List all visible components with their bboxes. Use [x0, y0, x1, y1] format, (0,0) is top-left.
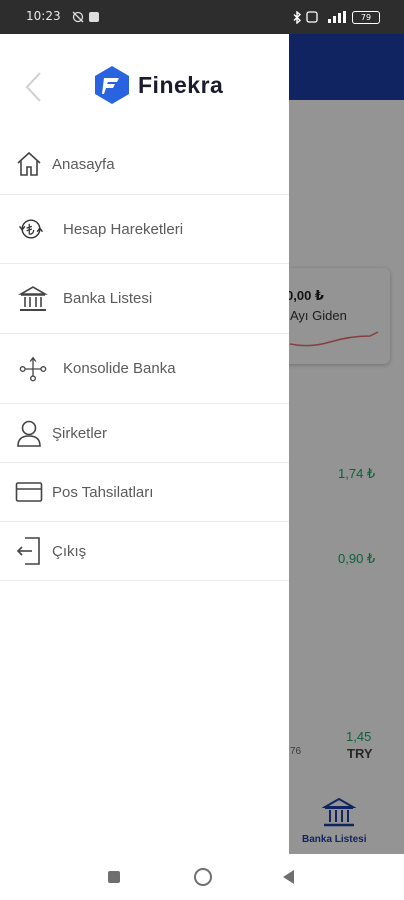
- bluetooth-icon: [293, 11, 302, 24]
- finekra-logo-icon: [95, 66, 129, 104]
- logo-text: Finekra: [138, 71, 224, 98]
- back-button[interactable]: [20, 70, 48, 104]
- menu-item-logout[interactable]: Çıkış: [0, 522, 289, 581]
- person-icon: [14, 418, 44, 448]
- menu-label-pos-collections: Pos Tahsilatları: [52, 484, 154, 501]
- drawer-header: Finekra: [0, 34, 289, 134]
- menu-item-account-transactions[interactable]: Hesap Hareketleri: [0, 195, 289, 264]
- signal-icon: [328, 11, 346, 23]
- bank-list-icon: [18, 284, 48, 314]
- menu-label-account-transactions: Hesap Hareketleri: [63, 221, 184, 238]
- menu-item-pos-collections[interactable]: Pos Tahsilatları: [0, 463, 289, 522]
- system-nav-bar: [0, 854, 404, 900]
- menu-item-home[interactable]: Anasayfa: [0, 134, 289, 195]
- battery-icon: 79: [352, 11, 380, 24]
- menu-label-logout: Çıkış: [52, 543, 87, 560]
- notification-icon: [89, 12, 99, 22]
- logout-icon: [14, 536, 44, 566]
- app-logo: Finekra: [92, 64, 223, 106]
- menu-item-bank-list[interactable]: Banka Listesi: [0, 264, 289, 334]
- lira-cycle-icon: [16, 214, 46, 244]
- menu-label-companies: Şirketler: [52, 425, 108, 442]
- consolidate-icon: [18, 354, 48, 384]
- navigation-drawer: Finekra Anasayfa Hesap Hareketleri Banka…: [0, 34, 289, 854]
- drawer-menu: Anasayfa Hesap Hareketleri Banka Listesi…: [0, 134, 289, 581]
- credit-card-icon: [14, 477, 44, 507]
- menu-label-bank-list: Banka Listesi: [63, 290, 153, 307]
- menu-item-companies[interactable]: Şirketler: [0, 404, 289, 463]
- vibrate-icon: [306, 11, 318, 23]
- status-bar: 10:23 79: [0, 0, 404, 34]
- menu-label-consolidated-bank: Konsolide Banka: [63, 360, 176, 377]
- status-time: 10:23: [26, 9, 61, 23]
- menu-label-home: Anasayfa: [52, 156, 115, 173]
- menu-item-consolidated-bank[interactable]: Konsolide Banka: [0, 334, 289, 404]
- recents-button[interactable]: [108, 871, 120, 883]
- alarm-off-icon: [72, 11, 84, 23]
- chevron-left-icon: [25, 72, 41, 102]
- home-icon: [14, 149, 44, 179]
- home-button[interactable]: [194, 868, 212, 886]
- back-nav-button[interactable]: [283, 870, 294, 884]
